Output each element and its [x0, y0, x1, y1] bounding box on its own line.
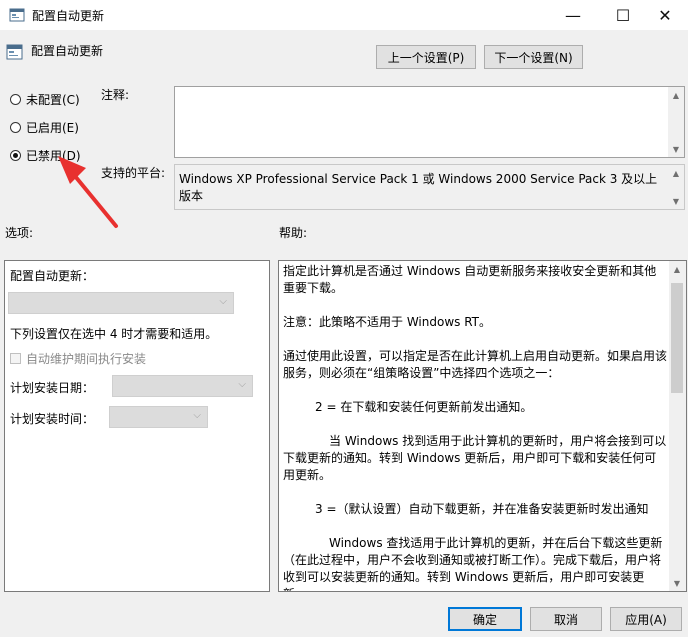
- close-button[interactable]: ✕: [642, 0, 688, 30]
- scroll-down-icon[interactable]: ▼: [668, 141, 684, 157]
- radio-label: 已启用(E): [26, 121, 79, 135]
- options-panel: 配置自动更新： ⌵ 下列设置仅在选中 4 时才需要和适用。 自动维护期间执行安装…: [4, 260, 270, 592]
- scroll-down-icon[interactable]: ▼: [668, 193, 684, 209]
- platform-scrollbar[interactable]: ▲ ▼: [668, 165, 684, 209]
- schedule-day-label: 计划安装日期：: [10, 381, 95, 395]
- scroll-up-icon[interactable]: ▲: [668, 165, 684, 181]
- minimize-icon: —: [565, 5, 581, 25]
- setting-title: 配置自动更新: [31, 44, 104, 58]
- help-paragraph: 指定此计算机是否通过 Windows 自动更新服务来接收安全更新和其他重要下载。: [283, 264, 657, 295]
- policy-setting-icon: [6, 44, 23, 60]
- schedule-time-combo[interactable]: ⌵: [109, 406, 208, 428]
- schedule-day-combo[interactable]: ⌵: [112, 375, 253, 397]
- chevron-down-icon: ⌵: [219, 296, 227, 307]
- policy-app-icon: [9, 8, 25, 22]
- schedule-note: 下列设置仅在选中 4 时才需要和适用。: [10, 327, 218, 341]
- radio-enabled[interactable]: 已启用(E): [10, 119, 79, 136]
- options-section-label: 选项:: [5, 226, 34, 240]
- radio-label: 未配置(C): [26, 93, 80, 107]
- maintenance-checkbox-label: 自动维护期间执行安装: [26, 352, 147, 366]
- help-paragraph: 注意：此策略不适用于 Windows RT。: [283, 315, 491, 329]
- next-setting-button[interactable]: 下一个设置(N): [484, 45, 583, 69]
- radio-circle-checked[interactable]: [10, 150, 21, 161]
- radio-circle[interactable]: [10, 94, 21, 105]
- platform-box: Windows XP Professional Service Pack 1 或…: [174, 164, 685, 210]
- platform-value: Windows XP Professional Service Pack 1 或…: [179, 172, 658, 203]
- help-section-label: 帮助:: [279, 226, 308, 240]
- comment-label: 注释:: [101, 88, 130, 102]
- help-paragraph: 当 Windows 找到适用于此计算机的更新时，用户将会接到可以下载更新的通知。…: [283, 434, 667, 482]
- scroll-up-icon[interactable]: ▲: [669, 261, 685, 277]
- minimize-button[interactable]: —: [550, 0, 596, 30]
- help-text: 指定此计算机是否通过 Windows 自动更新服务来接收安全更新和其他重要下载。…: [283, 261, 668, 591]
- scroll-up-icon[interactable]: ▲: [668, 87, 684, 103]
- radio-disabled[interactable]: 已禁用(D): [10, 147, 81, 164]
- apply-button[interactable]: 应用(A): [610, 607, 682, 631]
- scroll-thumb[interactable]: [671, 283, 683, 393]
- help-scrollbar[interactable]: ▲ ▼: [669, 261, 686, 591]
- close-icon: ✕: [658, 5, 672, 25]
- chevron-down-icon: ⌵: [193, 410, 201, 421]
- ok-button[interactable]: 确定: [448, 607, 522, 631]
- help-panel[interactable]: 指定此计算机是否通过 Windows 自动更新服务来接收安全更新和其他重要下载。…: [278, 260, 687, 592]
- cancel-button[interactable]: 取消: [530, 607, 602, 631]
- radio-not-configured[interactable]: 未配置(C): [10, 91, 80, 108]
- chevron-down-icon: ⌵: [238, 379, 246, 390]
- schedule-time-label: 计划安装时间：: [10, 412, 95, 426]
- radio-label: 已禁用(D): [26, 149, 81, 163]
- radio-circle[interactable]: [10, 122, 21, 133]
- scroll-down-icon[interactable]: ▼: [669, 575, 685, 591]
- title-bar: 配置自动更新 — ☐ ✕: [0, 0, 688, 30]
- help-paragraph: 通过使用此设置，可以指定是否在此计算机上启用自动更新。如果启用该服务，则必须在“…: [283, 349, 668, 380]
- maintenance-checkbox[interactable]: [10, 353, 21, 364]
- comment-textbox[interactable]: ▲ ▼: [174, 86, 685, 158]
- maximize-icon: ☐: [615, 5, 631, 25]
- configure-updates-label: 配置自动更新：: [10, 269, 95, 283]
- maximize-button[interactable]: ☐: [600, 0, 646, 30]
- configure-updates-combo[interactable]: ⌵: [8, 292, 234, 314]
- comment-scrollbar[interactable]: ▲ ▼: [668, 87, 684, 157]
- window-title: 配置自动更新: [32, 9, 105, 23]
- help-paragraph: 3 =（默认设置）自动下载更新，并在准备安装更新时发出通知: [315, 502, 649, 516]
- platform-label: 支持的平台:: [101, 166, 166, 180]
- previous-setting-button[interactable]: 上一个设置(P): [376, 45, 476, 69]
- help-paragraph: Windows 查找适用于此计算机的更新，并在后台下载这些更新（在此过程中，用户…: [283, 536, 663, 591]
- maintenance-checkbox-row[interactable]: 自动维护期间执行安装: [10, 350, 146, 367]
- help-paragraph: 2 = 在下载和安装任何更新前发出通知。: [315, 400, 533, 414]
